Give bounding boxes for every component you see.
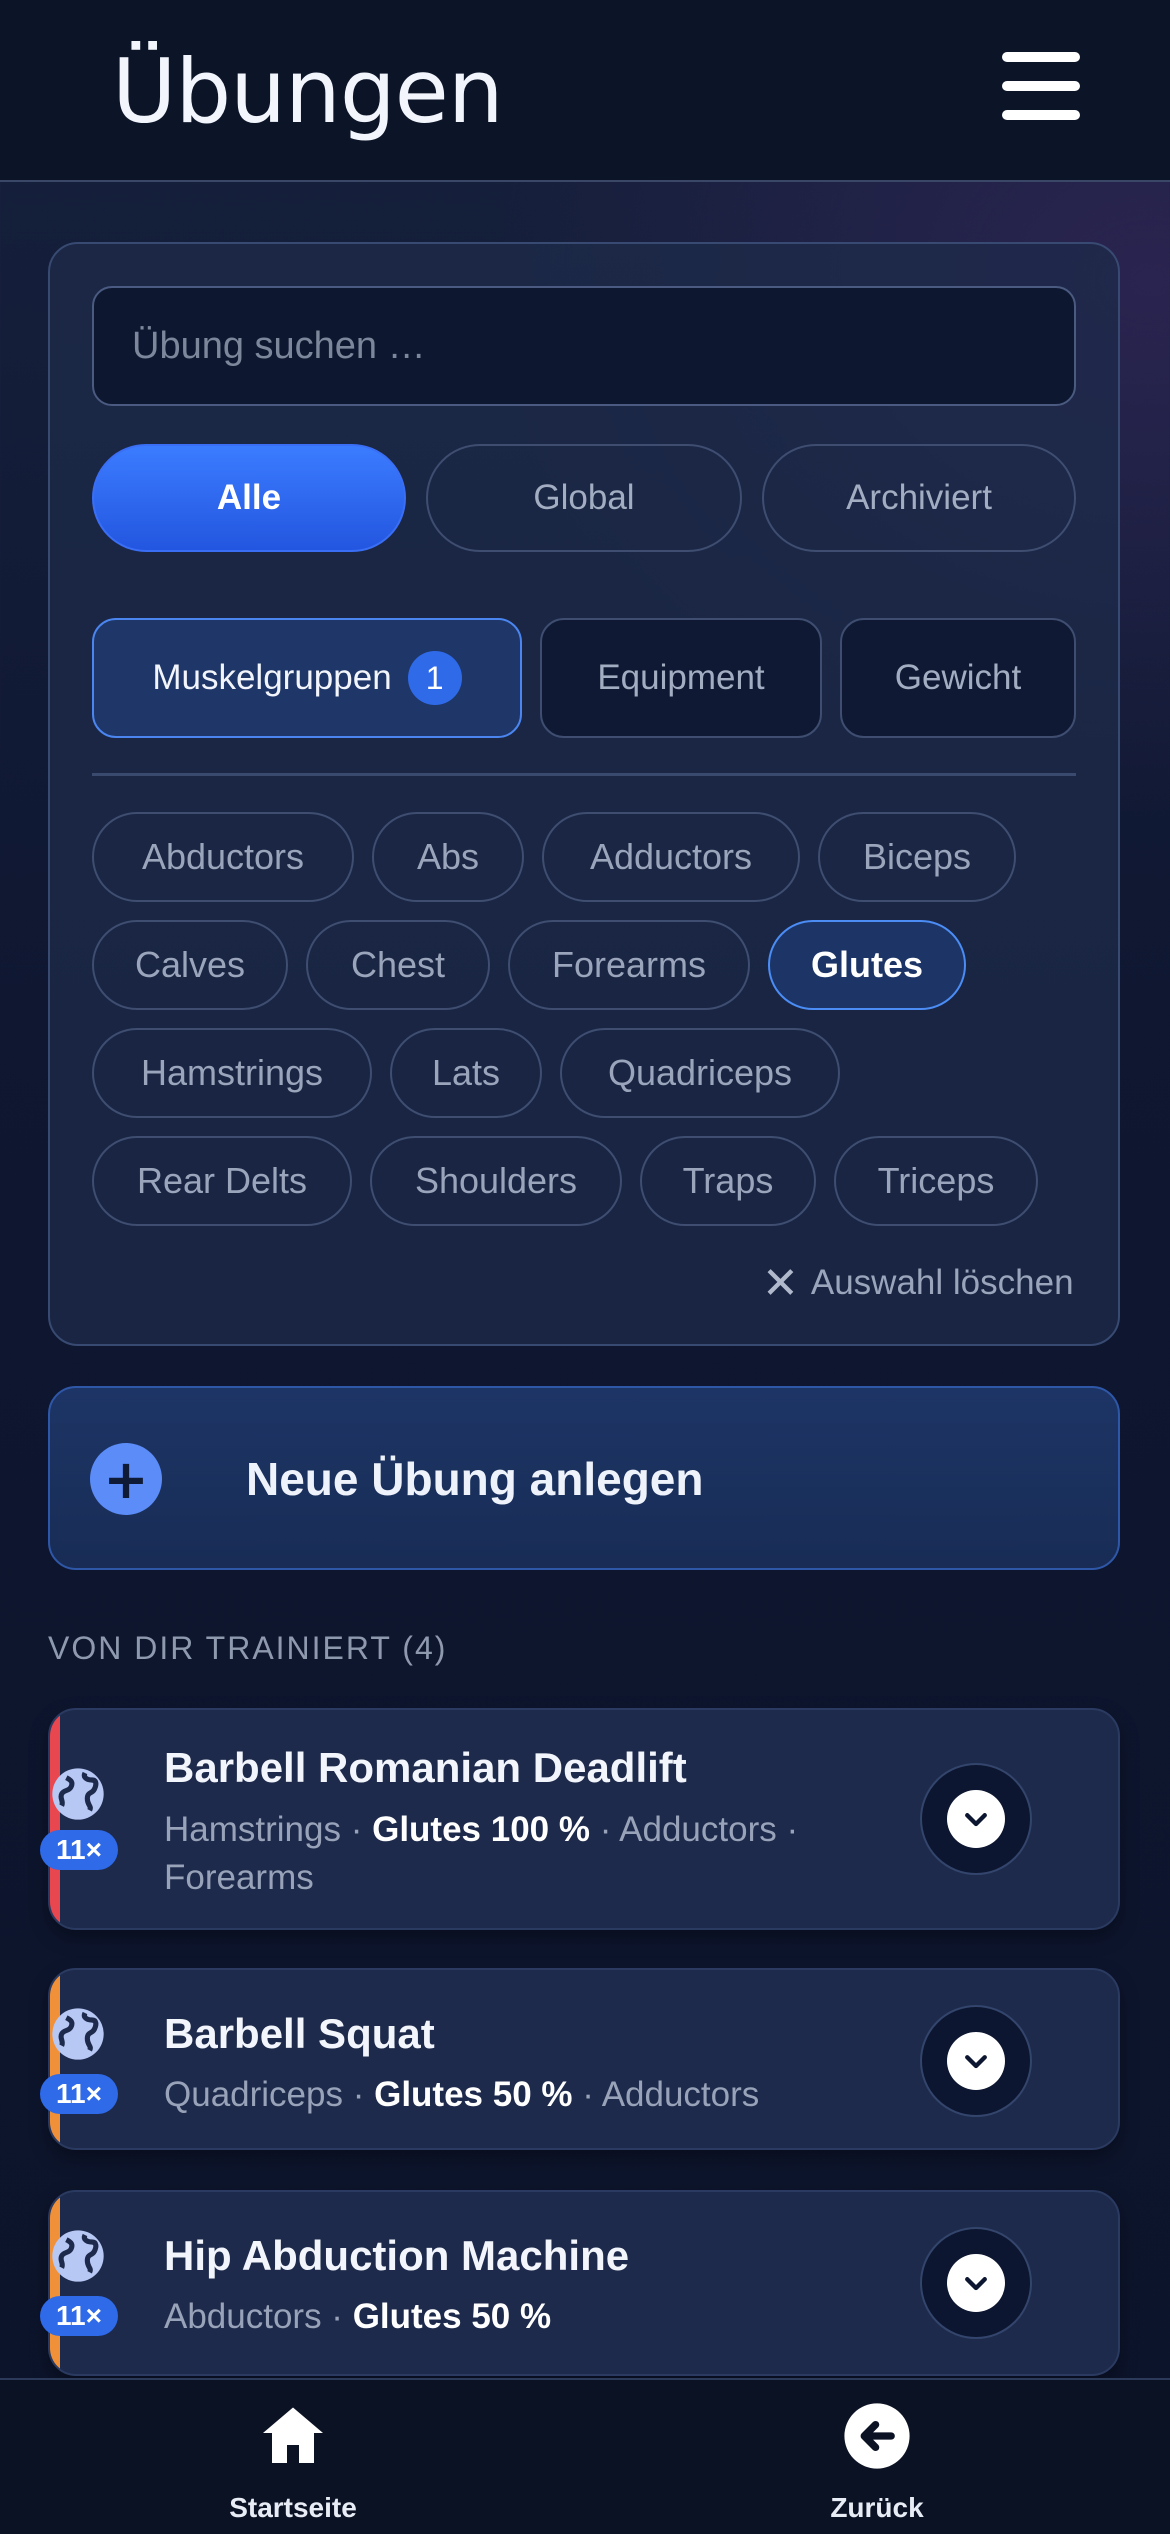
chip-forearms[interactable]: Forearms	[508, 920, 750, 1010]
expand-button[interactable]	[920, 2227, 1032, 2339]
section-count: (4)	[402, 1630, 448, 1666]
tab-muskelgruppen[interactable]: Muskelgruppen 1	[92, 618, 522, 738]
hamburger-menu-icon[interactable]	[1000, 48, 1084, 124]
scope-filter-global[interactable]: Global	[426, 444, 742, 552]
tab-gewicht[interactable]: Gewicht	[840, 618, 1076, 738]
nav-label: Zurück	[830, 2492, 924, 2523]
expand-button[interactable]	[920, 2005, 1032, 2117]
chip-abductors[interactable]: Abductors	[92, 812, 354, 902]
usage-count-badge: 11×	[40, 2296, 118, 2336]
tab-label: Muskelgruppen	[152, 658, 392, 697]
muscles-text: Abductors ·	[164, 2297, 353, 2336]
muscles-highlight: Glutes 50 %	[374, 2075, 573, 2114]
section-heading: VON DIR TRAINIERT (4)	[48, 1630, 447, 1667]
chip-abs[interactable]: Abs	[372, 812, 524, 902]
nav-zurueck[interactable]: Zurück	[747, 2400, 1007, 2523]
scope-filter-alle[interactable]: Alle	[92, 444, 406, 552]
muscles-highlight: Glutes 50 %	[352, 2297, 552, 2336]
chevron-down-icon	[965, 2055, 987, 2069]
tab-equipment[interactable]: Equipment	[540, 618, 822, 738]
muscles-highlight: Glutes 100 %	[372, 1810, 590, 1849]
usage-count-badge: 11×	[40, 2074, 118, 2114]
globe-icon	[52, 2008, 104, 2060]
new-exercise-label: Neue Übung anlegen	[246, 1453, 704, 1505]
chip-adductors[interactable]: Adductors	[542, 812, 800, 902]
page-title: Übungen	[112, 40, 504, 143]
chip-biceps[interactable]: Biceps	[818, 812, 1016, 902]
app-header: Übungen	[0, 0, 1170, 182]
usage-count-badge: 11×	[40, 1830, 118, 1870]
chip-lats[interactable]: Lats	[390, 1028, 542, 1118]
clear-selection-label: Auswahl löschen	[810, 1263, 1074, 1302]
chip-rear-delts[interactable]: Rear Delts	[92, 1136, 352, 1226]
chip-traps[interactable]: Traps	[640, 1136, 816, 1226]
exercise-muscles: Quadriceps · Glutes 50 % · Adductors	[164, 2071, 864, 2119]
selection-count-badge: 1	[407, 651, 462, 705]
back-arrow-icon	[844, 2403, 910, 2469]
filter-divider	[92, 773, 1076, 776]
search-input[interactable]	[92, 286, 1076, 406]
exercise-name: Barbell Romanian Deadlift	[164, 1744, 687, 1791]
close-icon: ✕	[762, 1258, 799, 1308]
globe-icon	[52, 2230, 104, 2282]
muscles-text: Hamstrings ·	[164, 1810, 373, 1849]
nav-startseite[interactable]: Startseite	[163, 2400, 423, 2523]
exercise-name: Hip Abduction Machine	[164, 2232, 630, 2279]
section-title: VON DIR TRAINIERT	[48, 1630, 392, 1666]
expand-button[interactable]	[920, 1763, 1032, 1875]
chip-calves[interactable]: Calves	[92, 920, 288, 1010]
chip-hamstrings[interactable]: Hamstrings	[92, 1028, 372, 1118]
chip-shoulders[interactable]: Shoulders	[370, 1136, 622, 1226]
chip-chest[interactable]: Chest	[306, 920, 490, 1010]
clear-selection-button[interactable]: ✕ Auswahl löschen	[762, 1258, 1074, 1308]
chip-triceps[interactable]: Triceps	[834, 1136, 1038, 1226]
chevron-down-icon	[965, 2277, 987, 2291]
chip-glutes[interactable]: Glutes	[768, 920, 966, 1010]
chevron-down-icon	[965, 1813, 987, 1827]
scope-filter-archiviert[interactable]: Archiviert	[762, 444, 1076, 552]
home-icon	[263, 2407, 323, 2463]
chip-quadriceps[interactable]: Quadriceps	[560, 1028, 840, 1118]
muscles-text: Quadriceps ·	[164, 2075, 375, 2114]
plus-icon: +	[90, 1443, 162, 1515]
globe-icon	[52, 1768, 104, 1820]
exercise-muscles: Hamstrings · Glutes 100 % · Adductors · …	[164, 1806, 864, 1902]
muscles-text: · Adductors	[572, 2075, 760, 2114]
nav-label: Startseite	[229, 2492, 357, 2523]
exercise-muscles: Abductors · Glutes 50 %	[164, 2293, 864, 2341]
exercise-name: Barbell Squat	[164, 2010, 435, 2057]
